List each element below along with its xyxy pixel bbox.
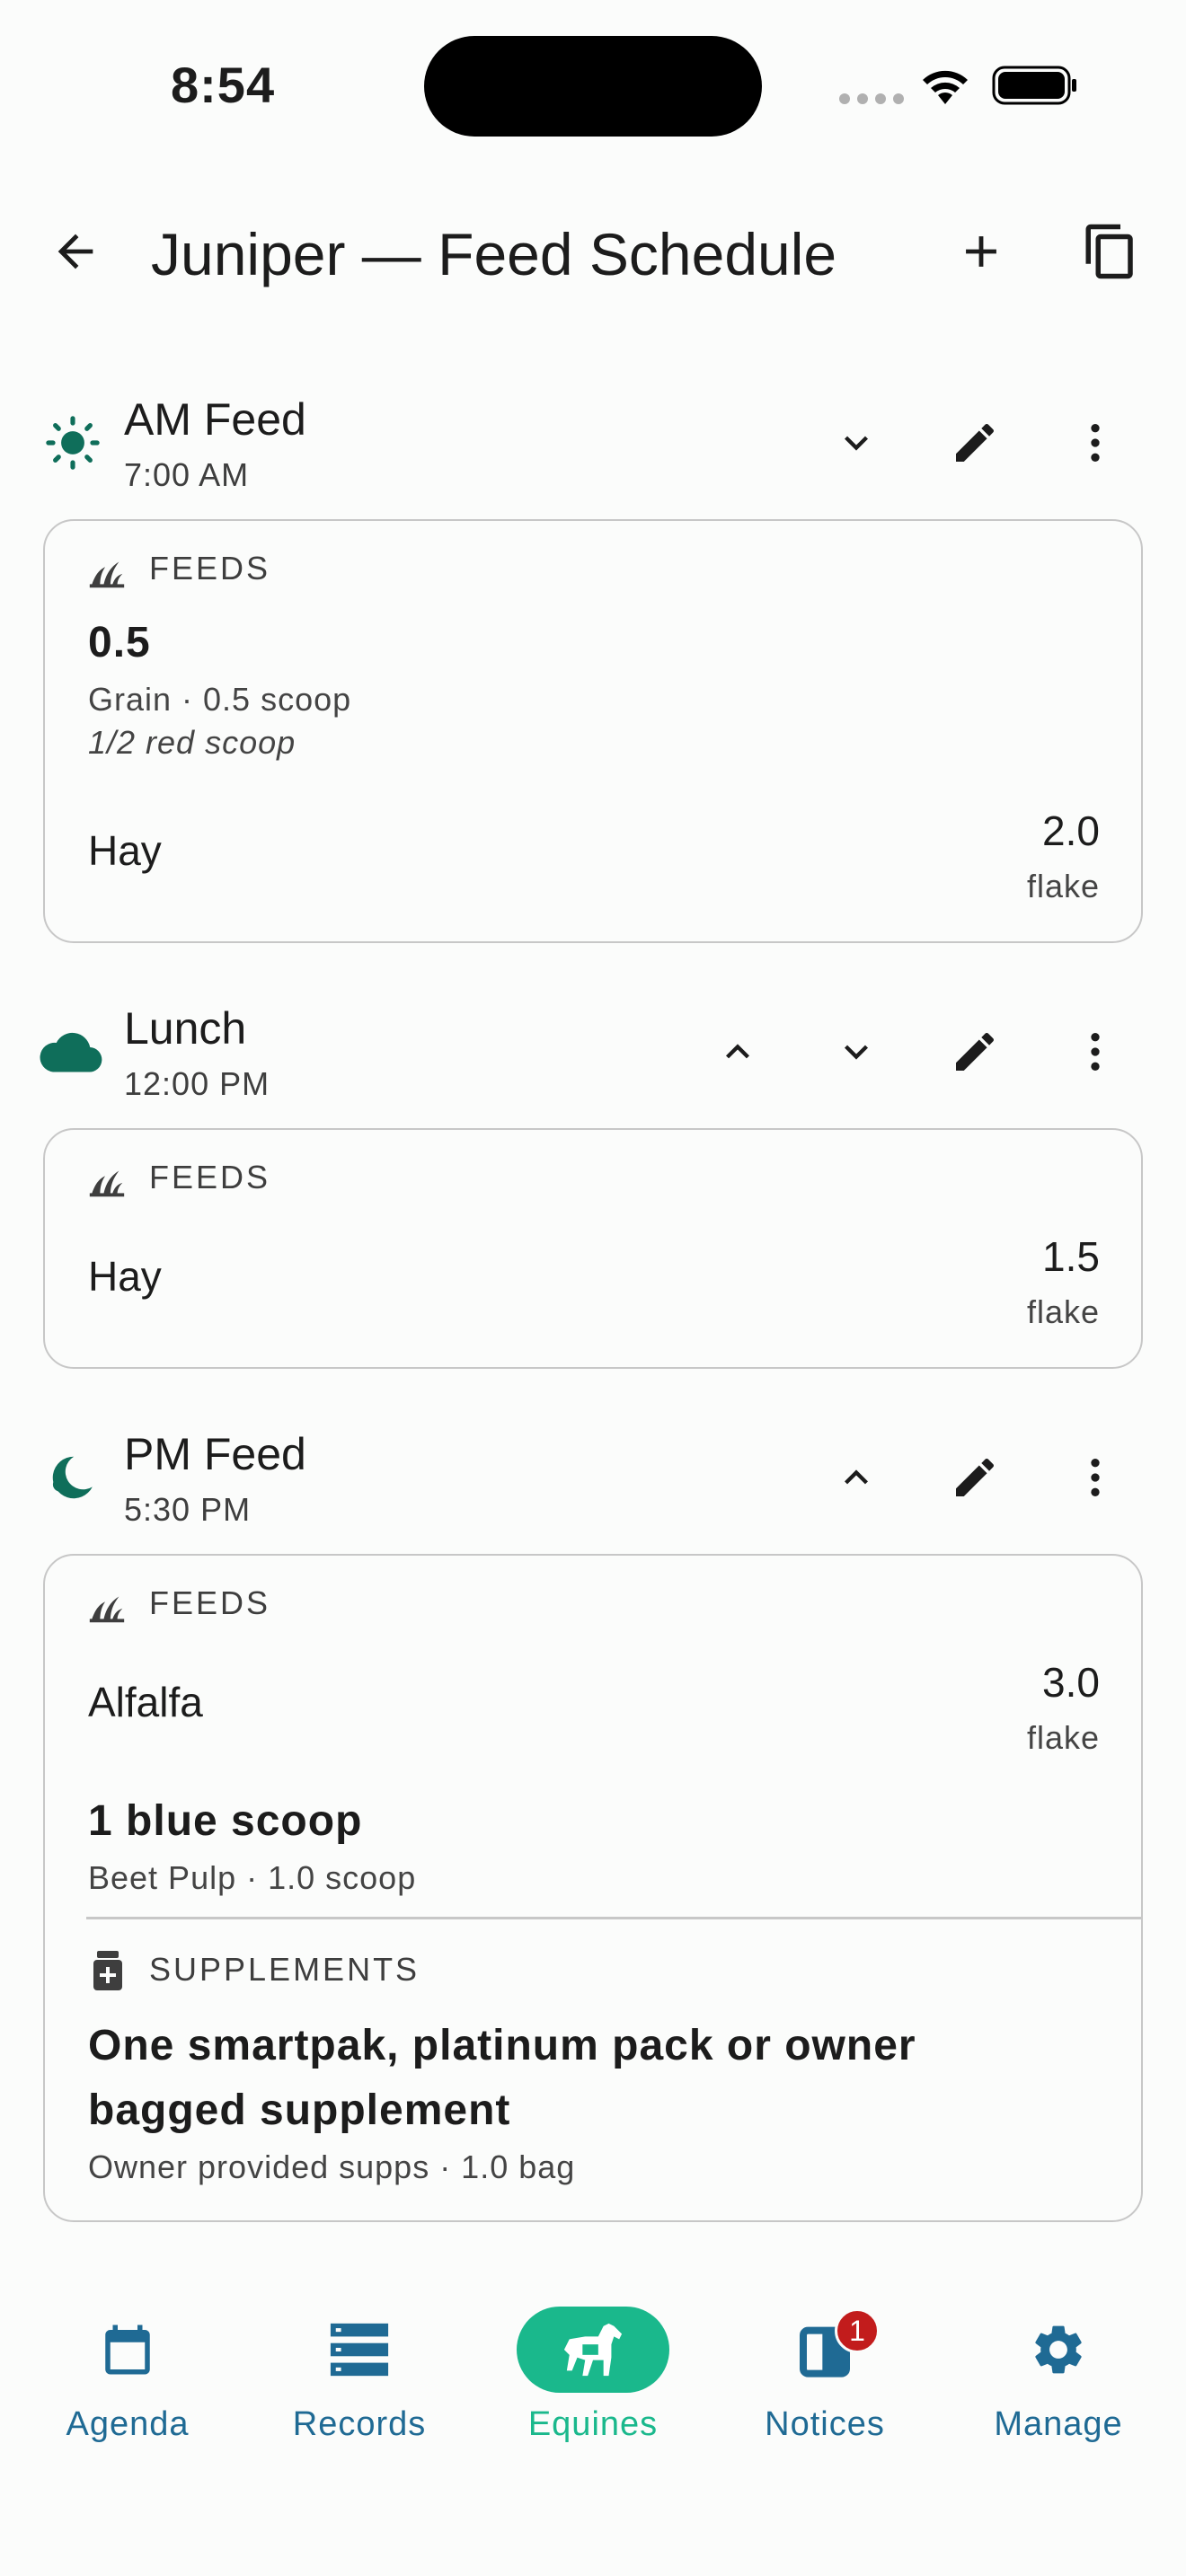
more-vert-icon [1091, 1459, 1100, 1496]
pencil-icon [956, 1458, 995, 1496]
arrow-back-icon [58, 234, 93, 269]
copy-icon [1085, 224, 1133, 279]
status-time: 8:54 [171, 57, 276, 113]
feeds-section-label: FEEDS [149, 1584, 271, 1621]
nav-label: Agenda [66, 2405, 190, 2443]
feed-item-title: 1 blue scoop [88, 1797, 363, 1845]
lunch-card: FEEDS Hay 1.5 flake [43, 1128, 1143, 1369]
pencil-icon [956, 423, 995, 462]
more-options-button[interactable] [1055, 1011, 1136, 1092]
feed-item-name: Alfalfa [88, 1679, 203, 1725]
nav-records[interactable]: Records [270, 2307, 449, 2444]
nav-label: Records [292, 2405, 427, 2443]
feed-item-name: Hay [88, 827, 162, 874]
chevron-down-icon [845, 436, 868, 451]
nav-label: Notices [765, 2405, 885, 2443]
pm-feed-card: FEEDS Alfalfa 3.0 flake 1 blue scoop Bee… [43, 1554, 1143, 2222]
feed-item-unit: flake [1026, 1719, 1100, 1756]
feed-item-detail: Grain · 0.5 scoop [88, 681, 352, 718]
add-meal-button[interactable] [945, 216, 1017, 287]
edit-meal-button[interactable] [934, 402, 1015, 483]
grass-icon [89, 561, 125, 588]
nav-notices[interactable]: 1 Notices [735, 2307, 915, 2444]
meal-time: 7:00 AM [124, 456, 250, 493]
edit-meal-button[interactable] [934, 1011, 1015, 1092]
chevron-down-icon [845, 1045, 868, 1060]
nav-equines[interactable]: Equines [503, 2307, 683, 2444]
move-down-button[interactable] [816, 1011, 897, 1092]
feed-item-unit: flake [1026, 1293, 1100, 1330]
pencil-icon [956, 1032, 995, 1071]
more-vert-icon [1091, 424, 1100, 462]
supplements-section-label: SUPPLEMENTS [149, 1951, 420, 1988]
grass-icon [89, 1170, 125, 1197]
moon-icon [38, 1446, 101, 1509]
supplement-bottle-icon [93, 1951, 122, 1990]
more-options-button[interactable] [1055, 402, 1136, 483]
meal-time: 5:30 PM [124, 1491, 252, 1528]
back-button[interactable] [40, 216, 111, 287]
copy-schedule-button[interactable] [1075, 216, 1146, 287]
more-vert-icon [1091, 1033, 1100, 1071]
feeds-section-label: FEEDS [149, 1159, 271, 1195]
more-options-button[interactable] [1055, 1437, 1136, 1518]
plus-icon [966, 236, 996, 267]
list-icon [330, 2323, 389, 2377]
edit-meal-button[interactable] [934, 1437, 1015, 1518]
meal-name: AM Feed [124, 394, 306, 445]
horse-icon [563, 2323, 623, 2377]
signal-dots-icon [839, 93, 904, 104]
feed-item-title: 0.5 [88, 619, 151, 666]
notification-badge: 1 [835, 2308, 880, 2353]
supplement-detail: Owner provided supps · 1.0 bag [88, 2148, 576, 2185]
feeds-section-label: FEEDS [149, 550, 271, 587]
battery-icon [992, 66, 1076, 105]
move-up-button[interactable] [816, 1437, 897, 1518]
dynamic-island [424, 36, 762, 137]
grass-icon [89, 1596, 125, 1623]
meal-name: Lunch [124, 1003, 247, 1054]
sun-icon [41, 411, 104, 474]
am-feed-card: FEEDS 0.5 Grain · 0.5 scoop 1/2 red scoo… [43, 519, 1143, 943]
chevron-up-icon [726, 1044, 749, 1059]
chevron-up-icon [845, 1469, 868, 1485]
move-down-button[interactable] [816, 402, 897, 483]
section-divider [86, 1917, 1141, 1919]
move-up-button[interactable] [697, 1011, 778, 1092]
wifi-icon [923, 70, 968, 104]
meal-time: 12:00 PM [124, 1065, 270, 1102]
feed-item-note: 1/2 red scoop [88, 724, 296, 761]
feed-item-quantity: 1.5 [1042, 1233, 1100, 1280]
meal-name: PM Feed [124, 1429, 306, 1479]
cloud-icon [40, 1020, 102, 1083]
feed-item-quantity: 3.0 [1042, 1659, 1100, 1706]
feed-item-detail: Beet Pulp · 1.0 scoop [88, 1859, 417, 1896]
calendar-icon [105, 2325, 150, 2375]
gear-icon [1035, 2325, 1082, 2374]
supplement-title-line2: bagged supplement [88, 2086, 511, 2134]
feed-item-quantity: 2.0 [1042, 807, 1100, 854]
page-title: Juniper — Feed Schedule [151, 221, 837, 287]
nav-label: Manage [994, 2405, 1123, 2443]
nav-manage[interactable]: Manage [969, 2307, 1148, 2444]
feed-item-name: Hay [88, 1253, 162, 1300]
feed-item-unit: flake [1026, 868, 1100, 904]
nav-label: Equines [527, 2405, 659, 2443]
supplement-title-line1: One smartpak, platinum pack or owner [88, 2022, 916, 2069]
nav-agenda[interactable]: Agenda [38, 2307, 217, 2444]
